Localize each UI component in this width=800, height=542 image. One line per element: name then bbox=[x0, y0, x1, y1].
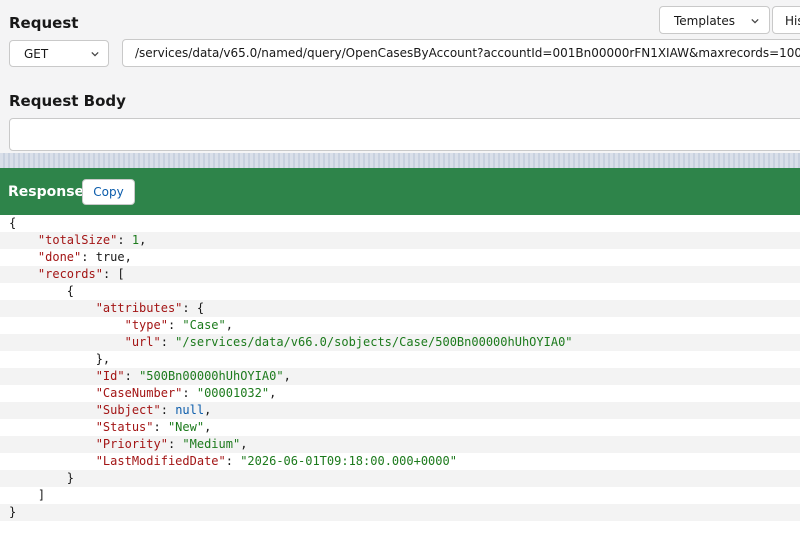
json-token: "New" bbox=[167, 420, 205, 434]
response-line: "totalSize": 1, bbox=[0, 232, 800, 249]
response-title: Response bbox=[8, 184, 85, 200]
json-token: "500Bn00000hUhOYIA0" bbox=[139, 369, 284, 383]
json-token: "00001032" bbox=[196, 386, 270, 400]
json-token: "Case" bbox=[182, 318, 226, 332]
json-token: "2026-06-01T09:18:00.000+0000" bbox=[240, 454, 457, 468]
json-token: }, bbox=[95, 352, 111, 366]
request-body-input[interactable] bbox=[9, 118, 800, 151]
chevron-down-icon bbox=[751, 18, 759, 24]
response-line: "type": "Case", bbox=[0, 317, 800, 334]
json-token: , bbox=[204, 420, 212, 434]
json-token: "totalSize" bbox=[37, 233, 118, 247]
json-token: null bbox=[175, 403, 205, 417]
method-value: GET bbox=[24, 47, 49, 61]
json-token: true bbox=[95, 250, 125, 264]
json-token: "Priority" bbox=[95, 437, 168, 451]
templates-label: Templates bbox=[674, 14, 736, 28]
json-token: } bbox=[66, 471, 75, 485]
json-token: , bbox=[269, 386, 277, 400]
json-token: { bbox=[9, 216, 17, 230]
json-token: "/services/data/v66.0/sobjects/Case/500B… bbox=[175, 335, 573, 349]
json-token: "CaseNumber" bbox=[95, 386, 183, 400]
response-line: } bbox=[0, 470, 800, 487]
json-token: "Status" bbox=[95, 420, 154, 434]
json-token: : bbox=[160, 335, 176, 349]
response-line: "done": true, bbox=[0, 249, 800, 266]
request-body-title: Request Body bbox=[9, 92, 126, 110]
json-token: { bbox=[66, 284, 75, 298]
json-token: , bbox=[124, 250, 132, 264]
copy-button[interactable]: Copy bbox=[82, 179, 135, 205]
response-line: "LastModifiedDate": "2026-06-01T09:18:00… bbox=[0, 453, 800, 470]
json-token: "LastModifiedDate" bbox=[95, 454, 226, 468]
json-token: : bbox=[225, 454, 241, 468]
json-token: , bbox=[240, 437, 248, 451]
json-token: "done" bbox=[37, 250, 82, 264]
json-token: : bbox=[117, 233, 132, 247]
response-line: "Status": "New", bbox=[0, 419, 800, 436]
json-token: : bbox=[167, 437, 183, 451]
response-line: ] bbox=[0, 487, 800, 504]
response-line: "CaseNumber": "00001032", bbox=[0, 385, 800, 402]
json-token: : bbox=[182, 386, 197, 400]
resize-handle[interactable] bbox=[0, 153, 800, 169]
response-line: "Priority": "Medium", bbox=[0, 436, 800, 453]
response-header: Response Copy bbox=[0, 168, 800, 215]
json-token: , bbox=[139, 233, 147, 247]
request-title: Request bbox=[9, 14, 79, 32]
json-token: "url" bbox=[124, 335, 161, 349]
chevron-down-icon bbox=[91, 51, 99, 57]
json-token: : [ bbox=[102, 267, 125, 281]
json-token: , bbox=[225, 318, 233, 332]
json-token: } bbox=[9, 505, 17, 519]
json-token: ] bbox=[37, 488, 46, 502]
json-token: "attributes" bbox=[95, 301, 183, 315]
json-token: : { bbox=[182, 301, 205, 315]
json-token: "Subject" bbox=[95, 403, 161, 417]
json-token: "Medium" bbox=[182, 437, 241, 451]
response-line: { bbox=[0, 283, 800, 300]
response-line: "url": "/services/data/v66.0/sobjects/Ca… bbox=[0, 334, 800, 351]
json-token: 1 bbox=[131, 233, 140, 247]
response-line: "attributes": { bbox=[0, 300, 800, 317]
json-token: "type" bbox=[124, 318, 168, 332]
method-select[interactable]: GET bbox=[9, 40, 109, 67]
json-token: : bbox=[153, 420, 168, 434]
json-token: "records" bbox=[37, 267, 103, 281]
json-token: "Id" bbox=[95, 369, 125, 383]
response-line: "records": [ bbox=[0, 266, 800, 283]
json-token: : bbox=[124, 369, 140, 383]
response-body: { "totalSize": 1, "done": true, "records… bbox=[0, 215, 800, 542]
json-token: : bbox=[160, 403, 176, 417]
history-label: History bbox=[785, 14, 800, 28]
history-button[interactable]: History bbox=[772, 6, 800, 34]
response-line: }, bbox=[0, 351, 800, 368]
response-line: "Id": "500Bn00000hUhOYIA0", bbox=[0, 368, 800, 385]
json-token: , bbox=[283, 369, 291, 383]
url-input[interactable]: /services/data/v65.0/named/query/OpenCas… bbox=[122, 39, 800, 67]
templates-dropdown[interactable]: Templates bbox=[659, 6, 770, 34]
response-line: } bbox=[0, 504, 800, 521]
response-line: { bbox=[0, 215, 800, 232]
response-line: "Subject": null, bbox=[0, 402, 800, 419]
json-token: : bbox=[81, 250, 96, 264]
json-token: , bbox=[204, 403, 212, 417]
json-token: : bbox=[167, 318, 183, 332]
